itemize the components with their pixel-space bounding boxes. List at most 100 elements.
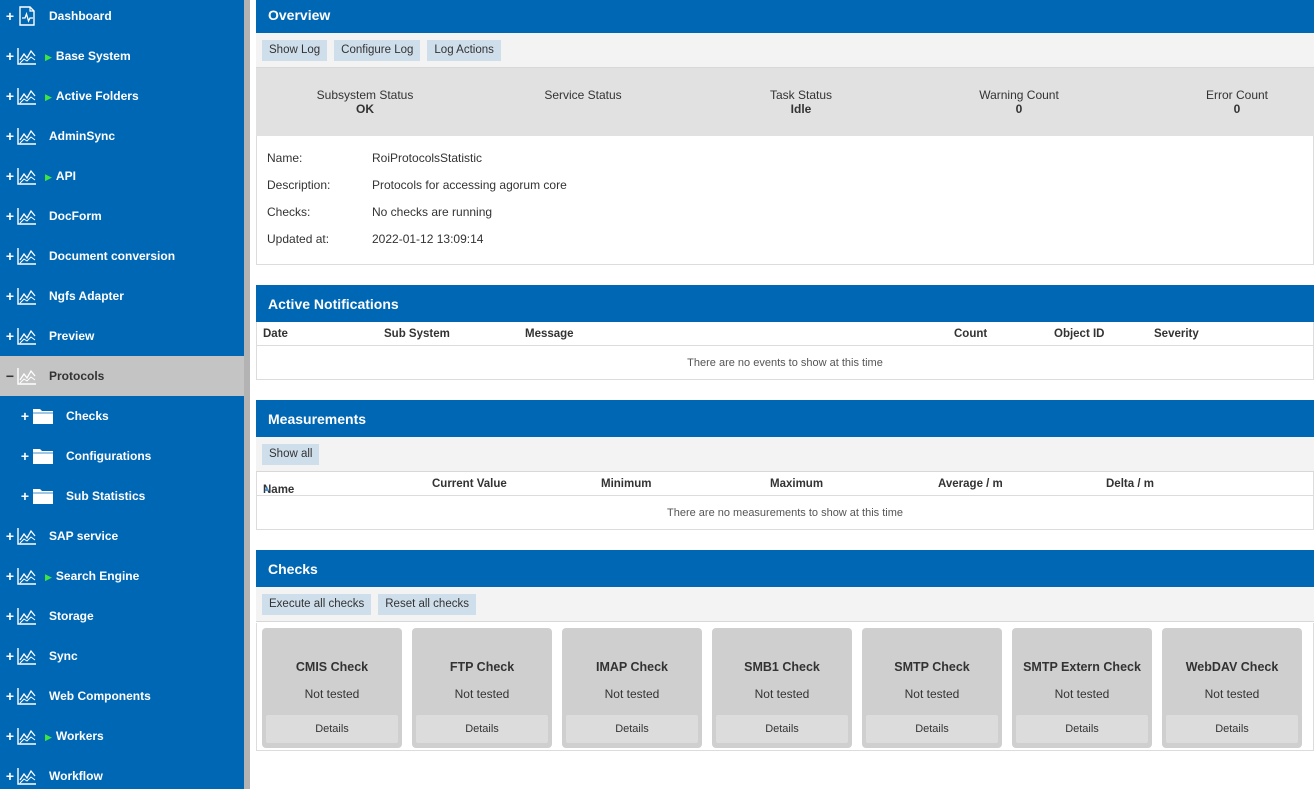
notifications-header: Active Notifications — [256, 285, 1314, 322]
sidebar-item-label: Checks — [66, 409, 109, 423]
sort-ascending-icon: ▲ — [263, 484, 271, 493]
expand-icon[interactable]: + — [20, 409, 30, 423]
expand-icon[interactable]: + — [5, 169, 15, 183]
sidebar-item-checks[interactable]: + Checks — [0, 396, 244, 436]
expand-icon[interactable]: + — [5, 529, 15, 543]
show-all-button[interactable]: Show all — [262, 443, 320, 465]
overview-info: Name: RoiProtocolsStatistic Description: P… — [256, 136, 1314, 265]
col-maximum[interactable]: Maximum — [770, 478, 823, 490]
col-minimum[interactable]: Minimum — [601, 478, 651, 490]
col-severity[interactable]: Severity — [1154, 328, 1199, 340]
sidebar-item-label: Storage — [49, 609, 94, 623]
check-status: Not tested — [604, 687, 660, 701]
expand-icon[interactable]: + — [5, 649, 15, 663]
check-details-button[interactable]: Details — [566, 715, 698, 743]
sidebar-item-preview[interactable]: + Preview — [0, 316, 244, 356]
warning-count: Warning Count 0 — [979, 88, 1059, 116]
sidebar-item-active-folders[interactable]: + ▶ Active Folders — [0, 76, 244, 116]
check-card-smtp: SMTP Check Not tested Details — [862, 628, 1002, 748]
expand-icon[interactable]: + — [5, 49, 15, 63]
sidebar-item-ngfs-adapter[interactable]: + Ngfs Adapter — [0, 276, 244, 316]
expand-icon[interactable]: + — [5, 209, 15, 223]
expand-icon[interactable]: + — [5, 249, 15, 263]
collapse-icon[interactable]: − — [5, 369, 15, 383]
check-details-button[interactable]: Details — [1166, 715, 1298, 743]
sidebar-item-label: ▶ Base System — [45, 49, 131, 63]
check-details-button[interactable]: Details — [416, 715, 548, 743]
sidebar-item-storage[interactable]: + Storage — [0, 596, 244, 636]
expand-icon[interactable]: + — [5, 289, 15, 303]
log-actions-button[interactable]: Log Actions — [427, 39, 501, 61]
dashboard-icon — [16, 6, 38, 26]
check-details-button[interactable]: Details — [1016, 715, 1148, 743]
checks-toolbar: Execute all checks Reset all checks — [256, 587, 1314, 622]
service-status: Service Status — [544, 88, 622, 102]
expand-icon[interactable]: + — [5, 609, 15, 623]
expand-icon[interactable]: + — [5, 769, 15, 783]
expand-icon[interactable]: + — [5, 329, 15, 343]
sidebar-item-configurations[interactable]: + Configurations — [0, 436, 244, 476]
chart-line-icon — [16, 166, 38, 186]
sidebar-scrollbar-thumb[interactable] — [244, 0, 250, 789]
sidebar-item-workers[interactable]: + ▶ Workers — [0, 716, 244, 756]
col-sub-system[interactable]: Sub System — [384, 328, 450, 340]
sidebar-item-label: ▶ API — [45, 169, 76, 183]
expand-icon[interactable]: + — [5, 569, 15, 583]
expand-icon[interactable]: + — [5, 129, 15, 143]
sidebar-item-document-conversion[interactable]: + Document conversion — [0, 236, 244, 276]
sidebar-item-protocols[interactable]: − Protocols — [0, 356, 244, 396]
chart-line-icon — [16, 206, 38, 226]
overview-toolbar: Show Log Configure Log Log Actions — [256, 33, 1314, 68]
sidebar-nav: + Dashboard + ▶ Base System + ▶ Active Fol… — [0, 0, 244, 789]
col-message[interactable]: Message — [525, 328, 574, 340]
sidebar-item-search-engine[interactable]: + ▶ Search Engine — [0, 556, 244, 596]
check-card-smtp-extern: SMTP Extern Check Not tested Details — [1012, 628, 1152, 748]
sidebar-item-label: ▶ Search Engine — [45, 569, 140, 583]
check-details-button[interactable]: Details — [866, 715, 998, 743]
sidebar-item-api[interactable]: + ▶ API — [0, 156, 244, 196]
expand-icon[interactable]: + — [5, 729, 15, 743]
sidebar-item-label: Ngfs Adapter — [49, 289, 124, 303]
expand-icon[interactable]: + — [20, 489, 30, 503]
execute-all-checks-button[interactable]: Execute all checks — [262, 593, 372, 615]
check-title: WebDAV Check — [1185, 660, 1279, 674]
expand-icon[interactable]: + — [20, 449, 30, 463]
sidebar-item-adminsync[interactable]: + AdminSync — [0, 116, 244, 156]
checks-header: Checks — [256, 550, 1314, 587]
reset-all-checks-button[interactable]: Reset all checks — [378, 593, 476, 615]
check-status: Not tested — [904, 687, 960, 701]
sidebar-item-label: Web Components — [49, 689, 151, 703]
sidebar-item-label: Sync — [49, 649, 78, 663]
folder-icon — [31, 446, 55, 466]
sidebar-item-docform[interactable]: + DocForm — [0, 196, 244, 236]
sidebar-item-sub-statistics[interactable]: + Sub Statistics — [0, 476, 244, 516]
col-date[interactable]: Date — [263, 328, 288, 340]
sidebar-item-label: ▶ Active Folders — [45, 89, 139, 103]
col-object-id[interactable]: Object ID — [1054, 328, 1104, 340]
col-average[interactable]: Average / m — [938, 478, 1003, 490]
sidebar-item-base-system[interactable]: + ▶ Base System — [0, 36, 244, 76]
expand-icon[interactable]: + — [5, 89, 15, 103]
check-card-imap: IMAP Check Not tested Details — [562, 628, 702, 748]
checks-grid: CMIS Check Not tested Details FTP Check … — [256, 623, 1314, 751]
sidebar-item-sync[interactable]: + Sync — [0, 636, 244, 676]
sidebar-item-label: Configurations — [66, 449, 152, 463]
configure-log-button[interactable]: Configure Log — [334, 39, 421, 61]
sidebar-item-workflow[interactable]: + Workflow — [0, 756, 244, 789]
sidebar-item-dashboard[interactable]: + Dashboard — [0, 0, 244, 36]
show-log-button[interactable]: Show Log — [262, 39, 328, 61]
col-count[interactable]: Count — [954, 328, 987, 340]
sidebar-item-web-components[interactable]: + Web Components — [0, 676, 244, 716]
expand-icon[interactable]: + — [5, 9, 15, 23]
check-title: SMTP Check — [894, 660, 970, 674]
col-current-value[interactable]: Current Value — [432, 478, 507, 490]
chart-line-icon — [16, 366, 38, 386]
sidebar-item-sap-service[interactable]: + SAP service — [0, 516, 244, 556]
check-details-button[interactable]: Details — [266, 715, 398, 743]
check-title: SMTP Extern Check — [1023, 660, 1141, 674]
app-window: + Dashboard + ▶ Base System + ▶ Active Fol… — [0, 0, 1314, 789]
expand-icon[interactable]: + — [5, 689, 15, 703]
check-details-button[interactable]: Details — [716, 715, 848, 743]
check-title: SMB1 Check — [744, 660, 820, 674]
col-delta[interactable]: Delta / m — [1106, 478, 1154, 490]
